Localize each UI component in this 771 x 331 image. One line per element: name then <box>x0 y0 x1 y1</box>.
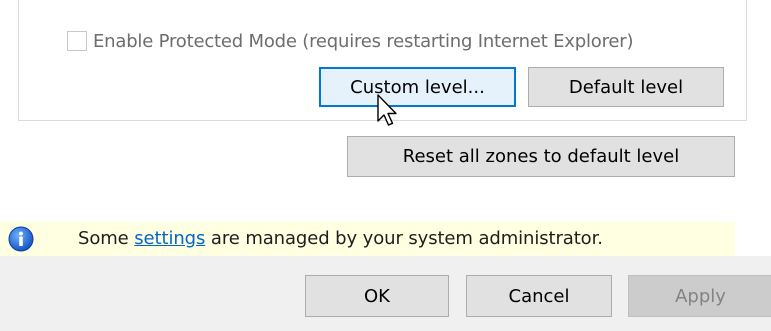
info-icon <box>8 226 34 252</box>
dialog-button-bar: OK Cancel Apply <box>0 256 771 331</box>
protected-mode-checkbox[interactable] <box>67 31 87 51</box>
notice-text: Some settings are managed by your system… <box>78 228 603 249</box>
internet-options-security-panel: Enable Protected Mode (requires restarti… <box>0 0 771 331</box>
settings-link[interactable]: settings <box>134 228 205 249</box>
notice-text-before: Some <box>78 228 135 249</box>
cancel-button[interactable]: Cancel <box>466 275 612 317</box>
reset-all-zones-button[interactable]: Reset all zones to default level <box>347 136 735 177</box>
notice-text-after: are managed by your system administrator… <box>205 228 603 249</box>
apply-button: Apply <box>628 275 771 317</box>
custom-level-button[interactable]: Custom level... <box>319 67 516 107</box>
ok-button[interactable]: OK <box>305 275 449 317</box>
default-level-button[interactable]: Default level <box>528 67 724 107</box>
protected-mode-option[interactable]: Enable Protected Mode (requires restarti… <box>67 28 634 54</box>
protected-mode-label: Enable Protected Mode (requires restarti… <box>93 30 634 52</box>
admin-managed-notice: Some settings are managed by your system… <box>0 222 735 256</box>
